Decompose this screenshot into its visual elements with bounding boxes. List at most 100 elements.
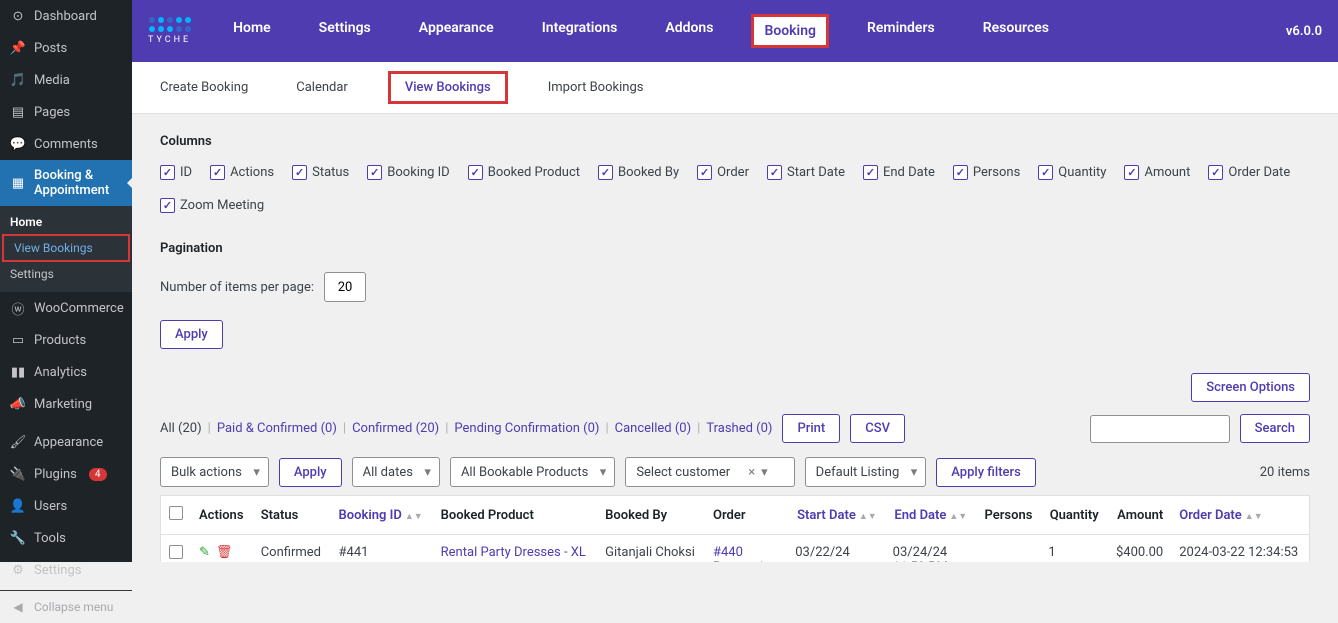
collapse-icon: ◀	[10, 599, 26, 615]
menu-appearance[interactable]: 🖌Appearance	[0, 426, 132, 458]
cell-persons	[975, 535, 1040, 563]
search-button[interactable]: Search	[1240, 414, 1310, 443]
customer-select[interactable]: Select customer×▾	[625, 457, 794, 487]
screen-options-button[interactable]: Screen Options	[1191, 373, 1310, 402]
th-booked-product: Booked Product	[433, 496, 597, 535]
listing-select[interactable]: Default Listing	[805, 457, 927, 487]
menu-plugins[interactable]: 🔌Plugins4	[0, 458, 132, 490]
submenu-settings[interactable]: Settings	[0, 262, 132, 286]
col-end-date[interactable]: End Date	[863, 165, 935, 180]
cell-product-link[interactable]: Rental Party Dresses - XL	[441, 545, 586, 560]
bulk-apply-button[interactable]: Apply	[279, 458, 342, 487]
cell-order-date: 2024-03-22 12:34:53	[1171, 535, 1309, 563]
filter-trashed[interactable]: Trashed (0)	[706, 421, 772, 436]
filter-cancelled[interactable]: Cancelled (0)	[615, 421, 692, 436]
cell-quantity: 1	[1040, 535, 1106, 563]
col-zoom-meeting[interactable]: Zoom Meeting	[160, 198, 264, 213]
cell-booking-id: #441	[331, 535, 433, 563]
menu-marketing[interactable]: 📣Marketing	[0, 388, 132, 420]
topnav-addons[interactable]: Addons	[655, 14, 723, 48]
th-start-date[interactable]: Start Date▲▼	[787, 496, 884, 535]
collapse-menu[interactable]: ◀Collapse menu	[0, 590, 132, 623]
menu-settings[interactable]: ⚙Settings	[0, 554, 132, 586]
row-checkbox[interactable]	[169, 545, 183, 559]
menu-booking-appointment[interactable]: ▦Booking & Appointment	[0, 160, 132, 206]
col-persons[interactable]: Persons	[953, 165, 1020, 180]
box-icon: ▭	[10, 332, 26, 348]
th-booking-id[interactable]: Booking ID▲▼	[331, 496, 433, 535]
filter-all[interactable]: All (20)	[160, 421, 202, 436]
per-page-input[interactable]	[324, 272, 366, 302]
status-filter-links: All (20)| Paid & Confirmed (0)| Confirme…	[160, 421, 772, 436]
columns-heading: Columns	[160, 134, 1310, 149]
delete-icon[interactable]: 🗑	[216, 545, 233, 560]
col-id[interactable]: ID	[160, 165, 192, 180]
subnav-calendar[interactable]: Calendar	[288, 74, 356, 101]
topnav-appearance[interactable]: Appearance	[409, 14, 504, 48]
subnav-import-bookings[interactable]: Import Bookings	[540, 74, 652, 101]
col-amount[interactable]: Amount	[1124, 165, 1190, 180]
topnav-resources[interactable]: Resources	[973, 14, 1059, 48]
col-booking-id[interactable]: Booking ID	[367, 165, 449, 180]
col-order[interactable]: Order	[697, 165, 749, 180]
brush-icon: 🖌	[10, 434, 26, 450]
menu-pages[interactable]: ▤Pages	[0, 96, 132, 128]
menu-media[interactable]: 🎵Media	[0, 64, 132, 96]
menu-dashboard[interactable]: ⊙Dashboard	[0, 0, 132, 32]
plugin-topbar: TYCHE Home Settings Appearance Integrati…	[132, 0, 1338, 62]
user-icon: 👤	[10, 498, 26, 514]
th-booked-by: Booked By	[597, 496, 705, 535]
topnav-integrations[interactable]: Integrations	[532, 14, 628, 48]
subnav-create-booking[interactable]: Create Booking	[152, 74, 256, 101]
filter-pending[interactable]: Pending Confirmation (0)	[454, 421, 599, 436]
menu-posts[interactable]: 📌Posts	[0, 32, 132, 64]
th-order-date[interactable]: Order Date▲▼	[1171, 496, 1309, 535]
menu-analytics[interactable]: ▮▮Analytics	[0, 356, 132, 388]
col-quantity[interactable]: Quantity	[1038, 165, 1106, 180]
col-actions[interactable]: Actions	[210, 165, 274, 180]
th-persons: Persons	[975, 496, 1040, 535]
csv-button[interactable]: CSV	[850, 414, 905, 443]
items-count: 20 items	[1260, 465, 1310, 480]
cell-start-date: 03/22/24	[787, 535, 884, 563]
apply-screen-options-button[interactable]: Apply	[160, 320, 223, 349]
cell-order-link[interactable]: #440	[713, 545, 743, 560]
apply-filters-button[interactable]: Apply filters	[936, 458, 1036, 487]
submenu-view-bookings[interactable]: View Bookings	[4, 236, 128, 260]
col-start-date[interactable]: Start Date	[767, 165, 845, 180]
select-all-checkbox[interactable]	[169, 506, 183, 520]
plugin-update-badge: 4	[89, 468, 107, 481]
th-actions: Actions	[191, 496, 253, 535]
th-amount: Amount	[1107, 496, 1172, 535]
per-page-label: Number of items per page:	[160, 280, 314, 295]
menu-woocommerce[interactable]: ⓦWooCommerce	[0, 292, 132, 324]
menu-products[interactable]: ▭Products	[0, 324, 132, 356]
topnav-settings[interactable]: Settings	[309, 14, 381, 48]
menu-tools[interactable]: 🔧Tools	[0, 522, 132, 554]
subnav-view-bookings[interactable]: View Bookings	[388, 71, 508, 104]
topnav-home[interactable]: Home	[223, 14, 281, 48]
menu-users[interactable]: 👤Users	[0, 490, 132, 522]
topnav-reminders[interactable]: Reminders	[857, 14, 945, 48]
filter-paid-confirmed[interactable]: Paid & Confirmed (0)	[217, 421, 337, 436]
search-input[interactable]	[1090, 415, 1230, 443]
submenu-home[interactable]: Home	[0, 210, 132, 234]
version-label: v6.0.0	[1286, 24, 1322, 39]
bulk-actions-select[interactable]: Bulk actions	[160, 457, 269, 487]
col-status[interactable]: Status	[292, 165, 349, 180]
col-booked-product[interactable]: Booked Product	[468, 165, 580, 180]
products-select[interactable]: All Bookable Products	[450, 457, 615, 487]
pages-icon: ▤	[10, 104, 26, 120]
col-order-date[interactable]: Order Date	[1208, 165, 1290, 180]
clear-customer-icon[interactable]: ×	[748, 465, 755, 480]
th-order: Order	[705, 496, 787, 535]
edit-icon[interactable]: ✎	[199, 545, 210, 560]
menu-comments[interactable]: 💬Comments	[0, 128, 132, 160]
megaphone-icon: 📣	[10, 396, 26, 412]
print-button[interactable]: Print	[782, 414, 840, 443]
col-booked-by[interactable]: Booked By	[598, 165, 679, 180]
dates-select[interactable]: All dates	[352, 457, 440, 487]
filter-confirmed[interactable]: Confirmed (20)	[352, 421, 439, 436]
th-end-date[interactable]: End Date▲▼	[885, 496, 976, 535]
topnav-booking[interactable]: Booking	[751, 14, 829, 48]
